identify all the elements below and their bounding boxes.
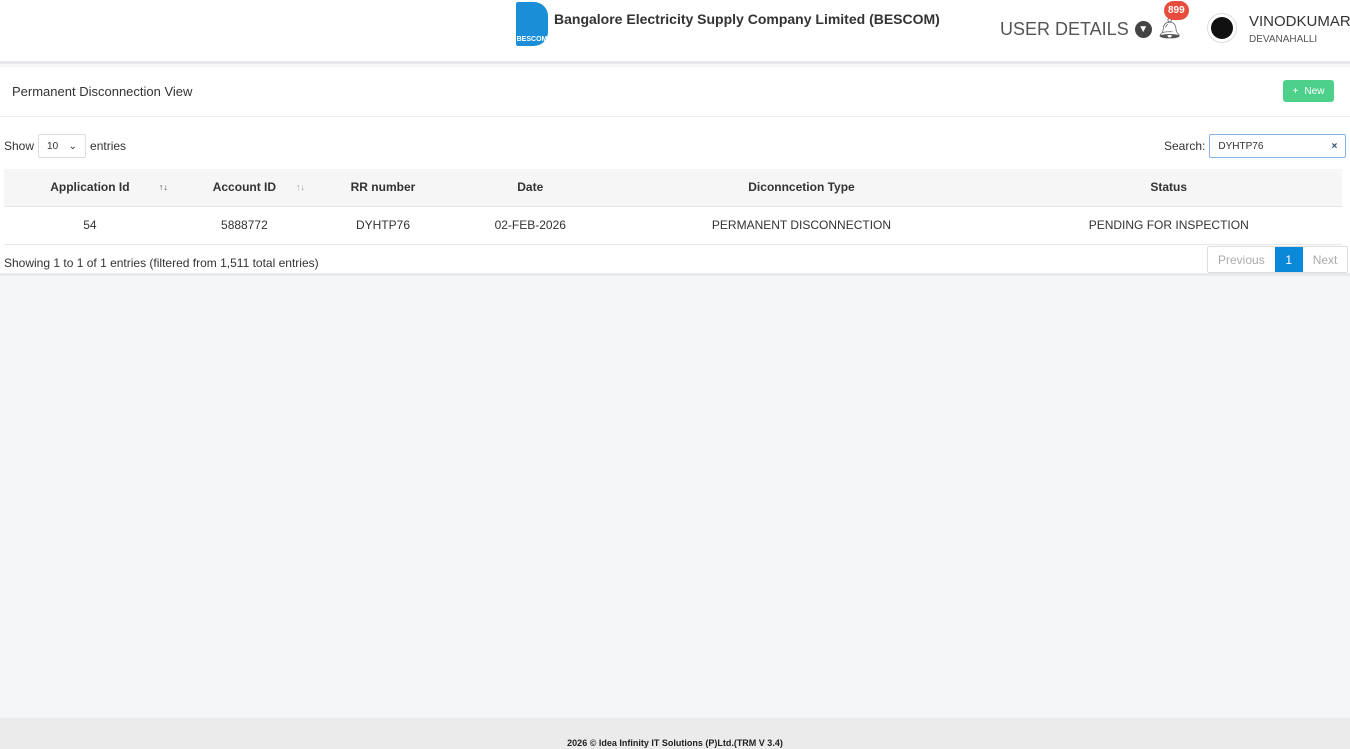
entries-select[interactable]: 10 ⌄ bbox=[38, 134, 87, 158]
pagination: Previous 1 Next bbox=[1207, 246, 1349, 273]
search-label: Search: bbox=[1164, 139, 1206, 153]
table-row[interactable]: 54 5888772 DYHTP76 02-FEB-2026 PERMANENT… bbox=[4, 206, 1342, 245]
page-1-button[interactable]: 1 bbox=[1274, 247, 1303, 272]
entries-label: entries bbox=[90, 139, 127, 153]
new-button[interactable]: + New bbox=[1283, 80, 1334, 102]
table-info: Showing 1 to 1 of 1 entries (filtered fr… bbox=[4, 256, 319, 270]
cell-disconnection-type: PERMANENT DISCONNECTION bbox=[607, 206, 996, 245]
cell-date: 02-FEB-2026 bbox=[453, 206, 608, 245]
user-details-dropdown[interactable]: USER DETAILS ▼ bbox=[1000, 19, 1152, 40]
column-header-date[interactable]: Date bbox=[453, 169, 608, 207]
header-label: Application Id bbox=[50, 180, 130, 195]
brand-title: Bangalore Electricity Supply Company Lim… bbox=[554, 11, 940, 27]
user-name: VINODKUMAR bbox=[1249, 13, 1350, 30]
plus-icon: + bbox=[1292, 85, 1299, 97]
search-value: DYHTP76 bbox=[1218, 141, 1264, 152]
user-details-label: USER DETAILS bbox=[1000, 19, 1129, 39]
user-location: DEVANAHALLI bbox=[1249, 34, 1318, 45]
entries-value: 10 bbox=[47, 141, 59, 152]
next-button[interactable]: Next bbox=[1303, 247, 1348, 272]
header-label: Account ID bbox=[212, 180, 277, 195]
new-label: New bbox=[1304, 85, 1325, 97]
content-card: Permanent Disconnection View + New Show 1… bbox=[0, 67, 1350, 276]
column-header-rr-number[interactable]: RR number bbox=[312, 169, 453, 207]
cell-rr-number: DYHTP76 bbox=[312, 206, 453, 245]
previous-button[interactable]: Previous bbox=[1208, 247, 1275, 272]
data-table: Application Id ↑↓ Account ID ↑↓ RR number … bbox=[4, 169, 1342, 245]
column-header-disconnection-type[interactable]: Diconncetion Type bbox=[607, 169, 996, 207]
search-control: Search: DYHTP76 × bbox=[1164, 134, 1347, 158]
cell-account-id: 5888772 bbox=[175, 206, 313, 245]
notification-badge: 899 bbox=[1164, 1, 1189, 20]
show-label: Show bbox=[4, 139, 35, 153]
entries-length-control: Show 10 ⌄ entries bbox=[4, 134, 126, 158]
chevron-down-icon: ▼ bbox=[1134, 21, 1152, 38]
avatar[interactable] bbox=[1207, 13, 1237, 43]
column-header-status[interactable]: Status bbox=[995, 169, 1342, 207]
cell-application-id: 54 bbox=[4, 206, 176, 245]
cell-status: PENDING FOR INSPECTION bbox=[995, 206, 1342, 245]
top-header: BESCOM Bangalore Electricity Supply Comp… bbox=[0, 0, 1350, 64]
column-header-application-id[interactable]: Application Id ↑↓ bbox=[4, 169, 176, 207]
divider bbox=[0, 116, 1350, 117]
clear-icon[interactable]: × bbox=[1332, 141, 1338, 152]
bescom-logo: BESCOM bbox=[516, 2, 548, 46]
sort-icon: ↑↓ bbox=[158, 182, 168, 192]
page-title: Permanent Disconnection View bbox=[12, 84, 193, 99]
column-header-account-id[interactable]: Account ID ↑↓ bbox=[175, 169, 313, 207]
chevron-down-icon: ⌄ bbox=[68, 141, 78, 152]
search-input[interactable]: DYHTP76 × bbox=[1209, 134, 1347, 158]
footer: 2026 © Idea Infinity IT Solutions (P)Ltd… bbox=[0, 718, 1350, 749]
sort-icon: ↑↓ bbox=[295, 182, 305, 192]
